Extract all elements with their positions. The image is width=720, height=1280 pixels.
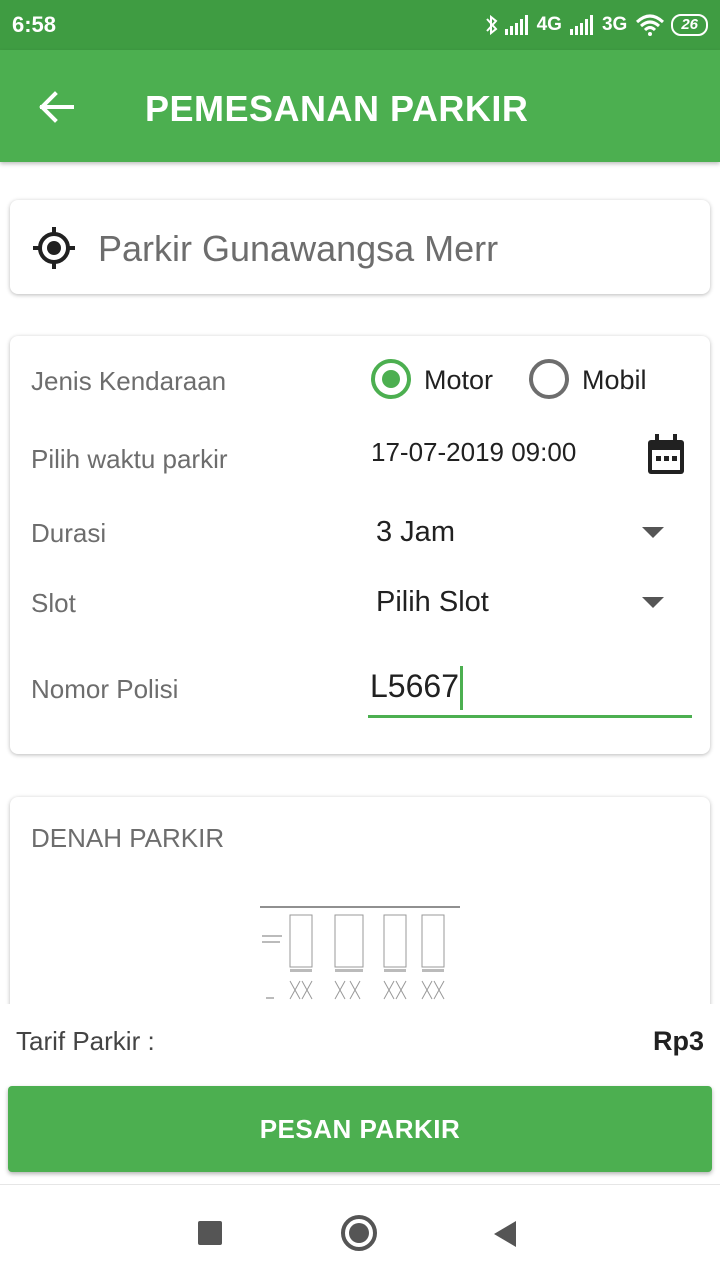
signal-icon	[569, 15, 593, 35]
network-type-1: 4G	[536, 14, 562, 35]
duration-label: Durasi	[31, 518, 107, 548]
radio-mobil[interactable]	[529, 359, 569, 399]
radio-motor[interactable]	[371, 359, 411, 399]
plate-number-value[interactable]: L5667	[370, 668, 459, 705]
booking-form-card: Jenis Kendaraan Motor Mobil Pilih waktu …	[10, 336, 710, 754]
tarif-section: Tarif Parkir : Rp3 PESAN PARKIR	[0, 1004, 720, 1184]
my-location-icon	[33, 227, 75, 269]
app-bar: PEMESANAN PARKIR	[0, 50, 720, 162]
tarif-value: Rp3	[652, 1026, 704, 1056]
calendar-icon[interactable]	[646, 434, 686, 476]
location-name: Parkir Gunawangsa Merr	[98, 228, 499, 269]
parking-map-title: DENAH PARKIR	[31, 823, 225, 853]
back-triangle-icon[interactable]	[494, 1221, 516, 1247]
slot-label: Slot	[31, 588, 76, 618]
parking-time-value[interactable]: 17-07-2019 09:00	[371, 437, 576, 468]
status-bar: 6:58 4G 3G 26	[0, 0, 720, 50]
parking-time-label: Pilih waktu parkir	[31, 444, 228, 474]
vehicle-type-label: Jenis Kendaraan	[31, 366, 227, 396]
wifi-icon	[636, 14, 665, 36]
network-type-2: 3G	[601, 14, 628, 35]
slot-dropdown-icon[interactable]	[642, 597, 664, 608]
duration-select[interactable]: 3 Jam	[376, 516, 455, 549]
radio-motor-label[interactable]: Motor	[424, 365, 493, 396]
order-parking-button[interactable]: PESAN PARKIR	[8, 1086, 712, 1172]
tarif-label: Tarif Parkir :	[16, 1026, 155, 1056]
bluetooth-icon	[485, 14, 498, 36]
recent-apps-icon[interactable]	[198, 1221, 222, 1245]
back-button[interactable]	[26, 80, 86, 134]
status-icons: 4G 3G 26	[485, 10, 708, 40]
arrow-left-icon	[39, 91, 74, 123]
plate-number-input[interactable]: L5667	[368, 666, 692, 718]
location-card[interactable]: Parkir Gunawangsa Merr	[10, 200, 710, 294]
signal-icon	[504, 15, 528, 35]
page-title: PEMESANAN PARKIR	[145, 88, 529, 129]
duration-dropdown-icon[interactable]	[642, 527, 664, 538]
radio-mobil-label[interactable]: Mobil	[582, 365, 647, 396]
text-cursor	[460, 666, 463, 710]
status-time: 6:58	[12, 12, 57, 37]
plate-number-label: Nomor Polisi	[31, 674, 179, 704]
home-icon[interactable]	[341, 1215, 377, 1251]
system-navigation-bar	[0, 1184, 720, 1280]
battery-indicator: 26	[671, 14, 708, 36]
parking-layout-image	[260, 906, 460, 1000]
slot-select[interactable]: Pilih Slot	[376, 586, 489, 619]
